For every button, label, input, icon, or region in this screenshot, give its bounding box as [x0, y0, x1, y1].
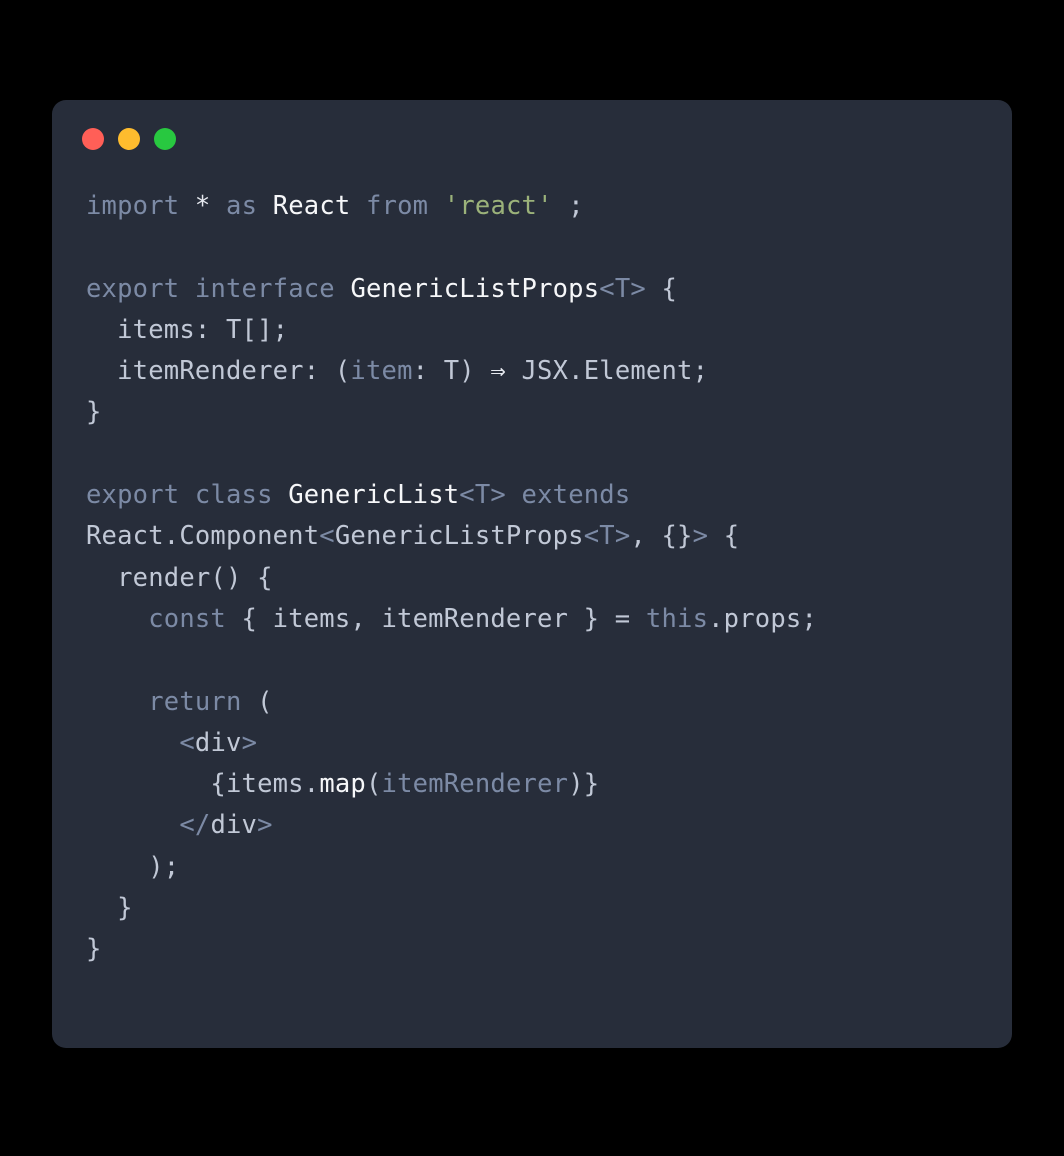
code-window: import * as React from 'react' ; export … [52, 100, 1012, 1048]
window-titlebar [52, 100, 1012, 156]
minimize-icon[interactable] [118, 128, 140, 150]
zoom-icon[interactable] [154, 128, 176, 150]
close-icon[interactable] [82, 128, 104, 150]
code-editor[interactable]: import * as React from 'react' ; export … [52, 156, 1012, 1001]
